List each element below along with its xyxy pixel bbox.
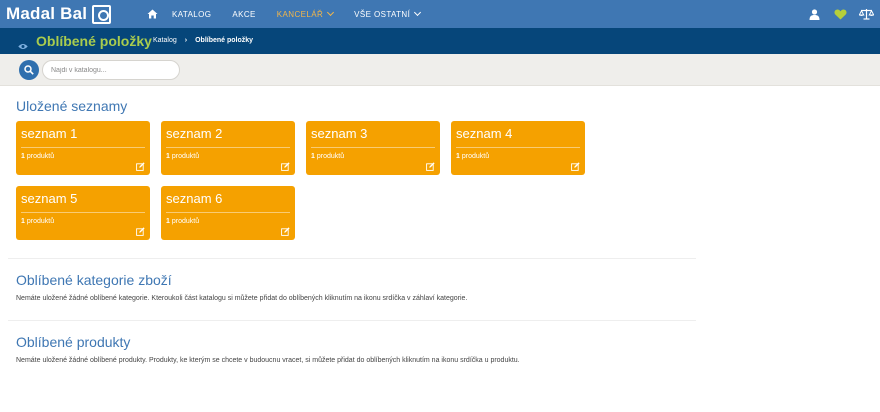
edit-icon[interactable]	[136, 227, 145, 236]
main-nav: KATALOG AKCE KANCELÁŘ VŠE OSTATNÍ	[144, 0, 441, 28]
search-icon	[24, 65, 34, 75]
user-icon[interactable]	[802, 0, 826, 28]
nav-item-kancelar[interactable]: KANCELÁŘ	[276, 8, 335, 19]
list-name: seznam 3	[311, 126, 368, 141]
breadcrumb-current: Oblíbené položky	[195, 37, 254, 44]
saved-list-card[interactable]: seznam 4 1 produktů	[451, 121, 585, 175]
favorite-categories-heading: Oblíbené kategorie zboží	[16, 272, 172, 288]
logo-mark-icon	[92, 4, 112, 24]
nav-item-label: VŠE OSTATNÍ	[354, 9, 411, 19]
chevron-down-icon	[414, 8, 422, 17]
page-header: Oblíbené položky Katalog › Oblíbené polo…	[0, 28, 880, 54]
section-divider	[8, 258, 696, 259]
nav-item-label: KATALOG	[172, 9, 212, 19]
list-name: seznam 6	[166, 191, 223, 206]
edit-icon[interactable]	[426, 162, 435, 171]
edit-icon[interactable]	[571, 162, 580, 171]
favorite-categories-empty-text: Nemáte uložené žádné oblíbené kategorie.…	[16, 295, 468, 302]
logo[interactable]: Madal Bal	[6, 3, 112, 25]
card-divider	[21, 212, 145, 213]
edit-icon[interactable]	[281, 162, 290, 171]
breadcrumb: Katalog › Oblíbené položky	[153, 37, 253, 44]
edit-icon[interactable]	[281, 227, 290, 236]
list-name: seznam 5	[21, 191, 78, 206]
nav-item-katalog[interactable]: KATALOG	[172, 10, 211, 19]
saved-list-card[interactable]: seznam 3 1 produktů	[306, 121, 440, 175]
search-button[interactable]	[19, 60, 39, 80]
card-divider	[166, 147, 290, 148]
list-name: seznam 1	[21, 126, 78, 141]
saved-lists-heading: Uložené seznamy	[16, 98, 128, 114]
card-divider	[456, 147, 580, 148]
saved-list-card[interactable]: seznam 6 1 produktů	[161, 186, 295, 240]
logo-text: Madal Bal	[6, 4, 88, 23]
chevron-down-icon	[327, 8, 335, 17]
nav-item-label: AKCE	[232, 9, 256, 19]
list-count: 1 produktů	[21, 153, 55, 160]
home-icon[interactable]	[144, 0, 160, 28]
eye-icon	[18, 37, 28, 49]
nav-item-akce[interactable]: AKCE	[232, 10, 255, 19]
list-count: 1 produktů	[311, 153, 345, 160]
edit-icon[interactable]	[136, 162, 145, 171]
list-name: seznam 4	[456, 126, 513, 141]
search-input[interactable]	[42, 60, 180, 80]
list-count: 1 produktů	[166, 218, 200, 225]
breadcrumb-link-katalog[interactable]: Katalog	[153, 37, 177, 44]
favorite-products-empty-text: Nemáte uložené žádné oblíbené produkty. …	[16, 357, 520, 364]
nav-item-label: KANCELÁŘ	[276, 9, 324, 19]
saved-list-card[interactable]: seznam 2 1 produktů	[161, 121, 295, 175]
card-divider	[311, 147, 435, 148]
card-divider	[21, 147, 145, 148]
list-count: 1 produktů	[456, 153, 490, 160]
chevron-right-icon: ›	[184, 37, 188, 44]
favorite-products-heading: Oblíbené produkty	[16, 334, 131, 350]
nav-item-vse-ostatni[interactable]: VŠE OSTATNÍ	[354, 8, 422, 19]
search-bar	[0, 54, 880, 86]
scales-icon[interactable]	[854, 0, 878, 28]
list-count: 1 produktů	[166, 153, 200, 160]
list-name: seznam 2	[166, 126, 223, 141]
saved-list-card[interactable]: seznam 1 1 produktů	[16, 121, 150, 175]
card-divider	[166, 212, 290, 213]
header-actions	[802, 0, 880, 28]
heart-icon[interactable]	[828, 0, 852, 28]
page-title: Oblíbené položky	[36, 33, 152, 49]
list-count: 1 produktů	[21, 218, 55, 225]
section-divider	[8, 320, 696, 321]
top-navigation: Madal Bal KATALOG AKCE KANCELÁŘ VŠE OSTA…	[0, 0, 880, 28]
saved-list-card[interactable]: seznam 5 1 produktů	[16, 186, 150, 240]
